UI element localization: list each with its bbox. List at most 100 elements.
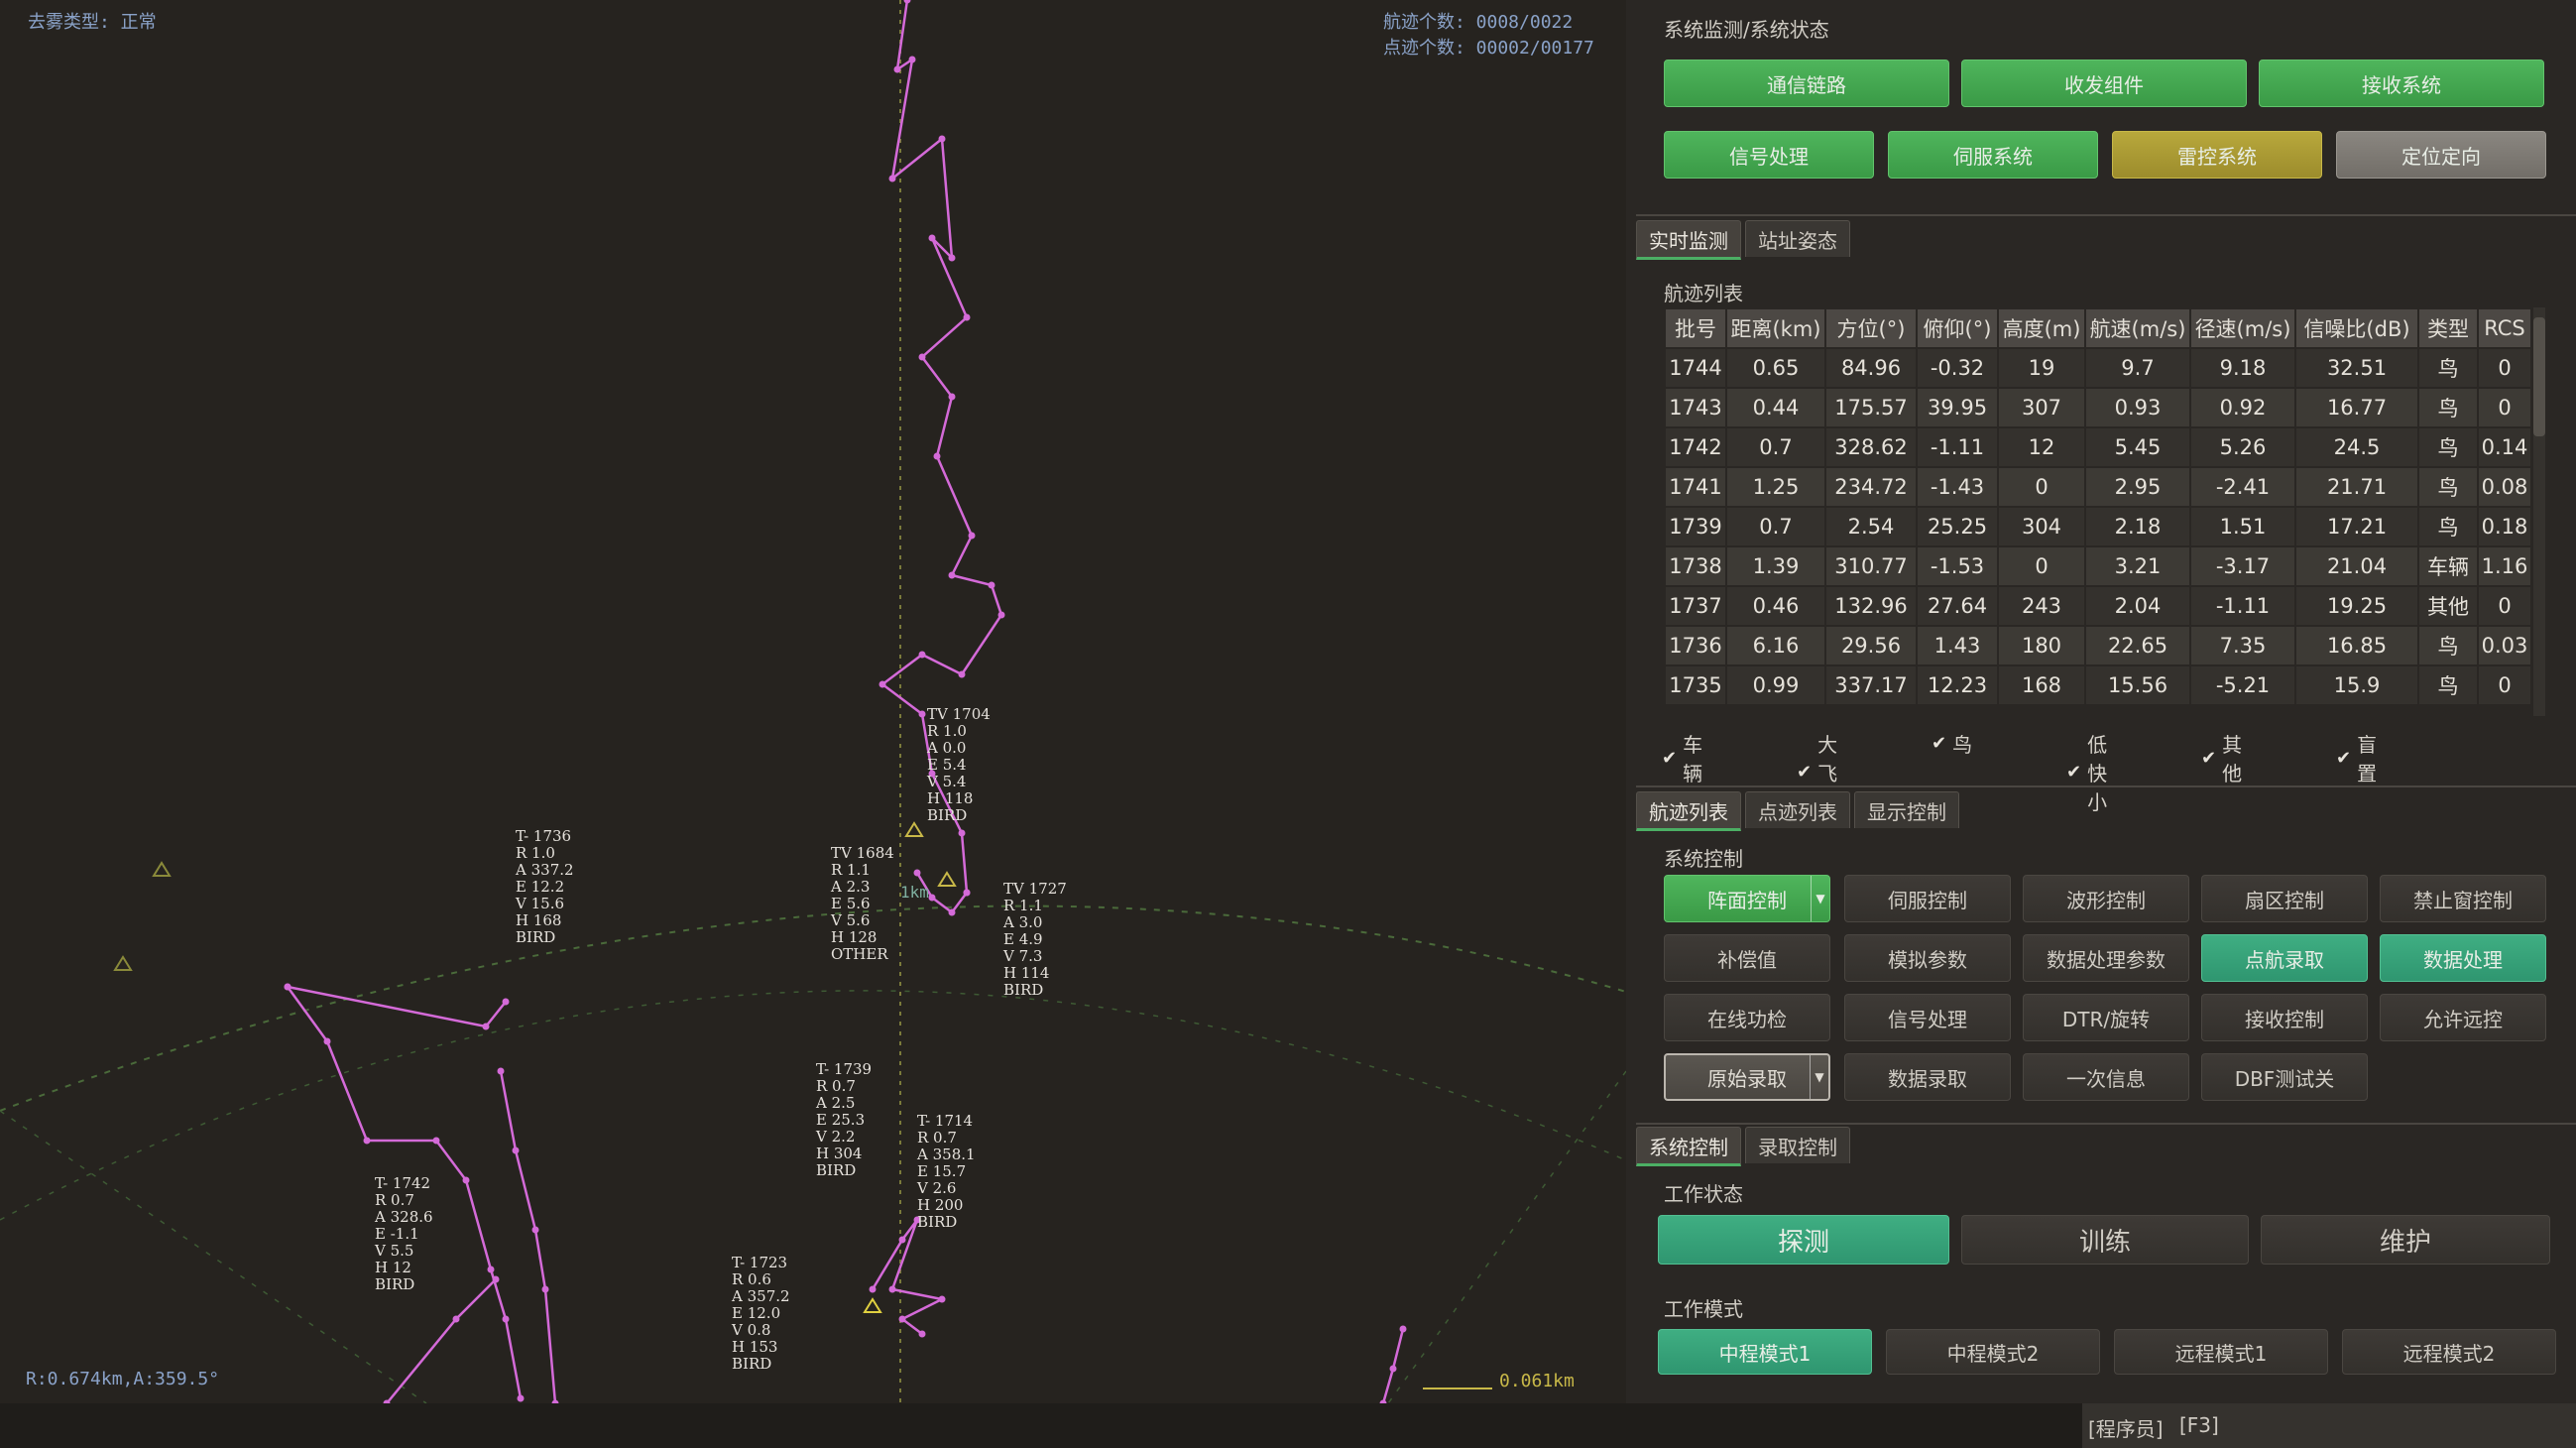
column-header[interactable]: 距离(km) [1725, 307, 1826, 349]
system-control-title: 系统控制 [1664, 847, 1743, 871]
forbidden-window-control-button[interactable]: 禁止窗控制 [2380, 875, 2546, 922]
servo-control-button[interactable]: 伺服控制 [1844, 875, 2011, 922]
tab-realtime-monitor[interactable]: 实时监测 [1636, 220, 1741, 260]
table-row[interactable]: 1741 1.25 234.72 -1.43 0 2.95 -2.41 21.71 鸟 0.08 [1664, 466, 2532, 508]
target-label[interactable]: T- 1739 R 0.7 A 2.5 E 25.3 V 2.2 H 304 B… [816, 1061, 872, 1179]
mid-range-mode-1-button[interactable]: 中程模式1 [1658, 1329, 1872, 1375]
table-cell: 0.03 [2477, 625, 2532, 666]
column-header[interactable]: 方位(°) [1824, 307, 1918, 349]
table-cell: 39.95 [1916, 387, 1999, 428]
target-label[interactable]: T- 1736 R 1.0 A 337.2 E 12.2 V 15.6 H 16… [516, 828, 574, 946]
detect-mode-button[interactable]: 探测 [1658, 1215, 1949, 1265]
waveform-control-button[interactable]: 波形控制 [2023, 875, 2189, 922]
transceiver-status-button[interactable]: 收发组件 [1961, 60, 2247, 107]
receiver-status-button[interactable]: 接收系统 [2259, 60, 2544, 107]
data-processing-params-button[interactable]: 数据处理参数 [2023, 934, 2189, 982]
column-header[interactable]: 径速(m/s) [2189, 307, 2296, 349]
column-header[interactable]: 高度(m) [1997, 307, 2086, 349]
raw-record-button[interactable]: 原始录取 ▼ [1664, 1053, 1830, 1101]
maintenance-mode-button[interactable]: 维护 [2261, 1215, 2550, 1265]
table-row[interactable]: 1736 6.16 29.56 1.43 180 22.65 7.35 16.85 鸟 0.03 [1664, 625, 2532, 666]
target-label[interactable]: TV 1727 R 1.1 A 3.0 E 4.9 V 7.3 H 114 BI… [1003, 881, 1067, 999]
table-cell: 鸟 [2417, 347, 2479, 389]
tab-system-control[interactable]: 系统控制 [1636, 1127, 1741, 1166]
receive-control-button[interactable]: 接收控制 [2201, 994, 2368, 1041]
table-cell: 0.93 [2084, 387, 2191, 428]
chevron-down-icon[interactable]: ▼ [1811, 876, 1829, 921]
table-cell: 19.25 [2294, 585, 2419, 627]
filter-other[interactable]: ✔ 其他 [2201, 729, 2242, 786]
online-check-button[interactable]: 在线功检 [1664, 994, 1830, 1041]
radar-display[interactable]: 去雾类型: 正常 航迹个数: 0008/0022 点迹个数: 00002/001… [0, 0, 1626, 1403]
training-mode-button[interactable]: 训练 [1961, 1215, 2249, 1265]
table-cell: -1.53 [1916, 545, 1999, 587]
table-row[interactable]: 1742 0.7 328.62 -1.11 12 5.45 5.26 24.5 鸟 0.14 [1664, 426, 2532, 468]
table-row[interactable]: 1744 0.65 84.96 -0.32 19 9.7 9.18 32.51 鸟 0 [1664, 347, 2532, 389]
target-label[interactable]: T- 1714 R 0.7 A 358.1 E 15.7 V 2.6 H 200… [917, 1113, 976, 1231]
mid-range-mode-2-button[interactable]: 中程模式2 [1886, 1329, 2100, 1375]
track-point [284, 983, 292, 991]
table-row[interactable]: 1738 1.39 310.77 -1.53 0 3.21 -3.17 21.04 车辆 1.16 [1664, 545, 2532, 587]
column-header[interactable]: 俯仰(°) [1916, 307, 1999, 349]
radar-control-status-button[interactable]: 雷控系统 [2112, 131, 2322, 179]
long-range-mode-1-button[interactable]: 远程模式1 [2114, 1329, 2328, 1375]
target-label[interactable]: TV 1704 R 1.0 A 0.0 E 5.4 V 5.4 H 118 BI… [927, 706, 991, 824]
compensation-button[interactable]: 补偿值 [1664, 934, 1830, 982]
array-control-button[interactable]: 阵面控制 ▼ [1664, 875, 1830, 922]
system-status-title: 系统监测/系统状态 [1664, 18, 1829, 42]
signal-processing-status-button[interactable]: 信号处理 [1664, 131, 1874, 179]
column-header[interactable]: 信噪比(dB) [2294, 307, 2419, 349]
column-header[interactable]: 航速(m/s) [2084, 307, 2191, 349]
track-table[interactable]: 批号 距离(km) 方位(°) 俯仰(°) 高度(m) 航速(m/s) 径速(m/s) 信噪比… [1664, 307, 2532, 706]
servo-status-button[interactable]: 伺服系统 [1888, 131, 2098, 179]
table-cell: 2.18 [2084, 506, 2191, 547]
positioning-status-button[interactable]: 定位定向 [2336, 131, 2546, 179]
table-row[interactable]: 1735 0.99 337.17 12.23 168 15.56 -5.21 15.9 鸟 0 [1664, 664, 2532, 706]
allow-remote-control-button[interactable]: 允许远控 [2380, 994, 2546, 1041]
chevron-down-icon[interactable]: ▼ [1810, 1055, 1828, 1099]
table-cell: 337.17 [1824, 664, 1918, 706]
target-label[interactable]: T- 1742 R 0.7 A 328.6 E -1.1 V 5.5 H 12 … [375, 1175, 433, 1293]
table-cell: 鸟 [2417, 387, 2479, 428]
dbf-test-off-button[interactable]: DBF测试关 [2201, 1053, 2368, 1101]
table-cell: 1.16 [2477, 545, 2532, 587]
simulation-params-button[interactable]: 模拟参数 [1844, 934, 2011, 982]
table-cell: 1735 [1664, 664, 1727, 706]
data-processing-button[interactable]: 数据处理 [2380, 934, 2546, 982]
check-icon: ✔ [2336, 747, 2352, 769]
tab-track-list[interactable]: 航迹列表 [1636, 791, 1741, 831]
table-row[interactable]: 1737 0.46 132.96 27.64 243 2.04 -1.11 19.25 其他 0 [1664, 585, 2532, 627]
filter-bird[interactable]: ✔ 鸟 [1932, 729, 1972, 758]
column-header[interactable]: 类型 [2417, 307, 2479, 349]
data-record-button[interactable]: 数据录取 [1844, 1053, 2011, 1101]
signal-processing-button[interactable]: 信号处理 [1844, 994, 2011, 1041]
column-header[interactable]: 批号 [1664, 307, 1727, 349]
tab-display-control[interactable]: 显示控制 [1854, 791, 1959, 828]
table-cell: 234.72 [1824, 466, 1918, 508]
table-cell: 168 [1997, 664, 2086, 706]
radar-plot [0, 0, 1626, 1403]
target-label[interactable]: TV 1684 R 1.1 A 2.3 E 5.6 V 5.6 H 128 OT… [831, 845, 894, 963]
filter-vehicle[interactable]: ✔ 车辆 [1662, 729, 1702, 786]
tab-record-control[interactable]: 录取控制 [1745, 1127, 1850, 1163]
filter-blind[interactable]: ✔ 盲置 [2336, 729, 2377, 786]
tab-site-attitude[interactable]: 站址姿态 [1745, 220, 1850, 257]
column-header[interactable]: RCS [2477, 307, 2532, 349]
dtr-rotation-button[interactable]: DTR/旋转 [2023, 994, 2189, 1041]
comm-link-status-button[interactable]: 通信链路 [1664, 60, 1949, 107]
tab-plot-list[interactable]: 点迹列表 [1745, 791, 1850, 828]
table-row[interactable]: 1743 0.44 175.57 39.95 307 0.93 0.92 16.77 鸟 0 [1664, 387, 2532, 428]
table-cell: 5.45 [2084, 426, 2191, 468]
table-scrollbar-thumb[interactable] [2533, 317, 2545, 436]
track-point [948, 908, 956, 916]
long-range-mode-2-button[interactable]: 远程模式2 [2342, 1329, 2556, 1375]
check-icon: ✔ [1932, 733, 1947, 754]
sector-control-button[interactable]: 扇区控制 [2201, 875, 2368, 922]
primary-info-button[interactable]: 一次信息 [2023, 1053, 2189, 1101]
table-row[interactable]: 1739 0.7 2.54 25.25 304 2.18 1.51 17.21 鸟 0.18 [1664, 506, 2532, 547]
table-cell: -3.17 [2189, 545, 2296, 587]
track-point [963, 313, 971, 321]
filter-low-slow-small[interactable]: ✔ 低快小 [2066, 729, 2107, 815]
plot-track-record-button[interactable]: 点航录取 [2201, 934, 2368, 982]
target-label[interactable]: T- 1723 R 0.6 A 357.2 E 12.0 V 0.8 H 153… [732, 1255, 790, 1373]
